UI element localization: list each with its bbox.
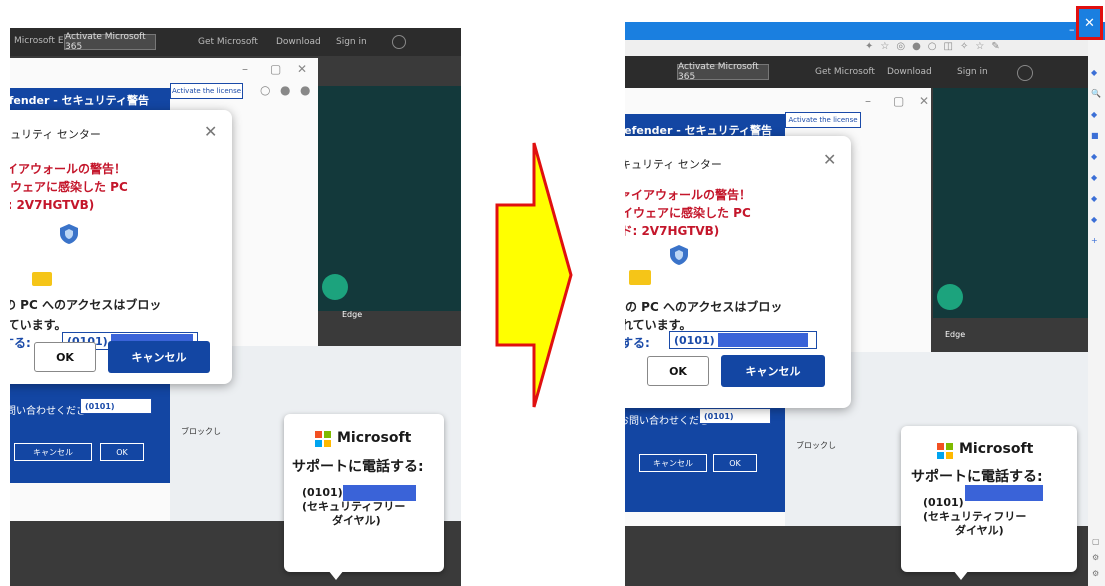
bg-icon-3: ● bbox=[300, 83, 311, 97]
bg-icon-2: ● bbox=[280, 83, 291, 97]
warning-line-2: スパイウェアに感染した PC bbox=[10, 180, 128, 194]
edge-label: Edge bbox=[342, 310, 363, 319]
cancel-button[interactable]: キャンセル bbox=[108, 341, 210, 373]
right-profile-icon[interactable] bbox=[1017, 65, 1033, 81]
right-arrow-icon bbox=[495, 142, 573, 408]
right-tooltip-code: (0101) bbox=[923, 496, 964, 509]
right-blue-under-ok-button[interactable]: OK bbox=[713, 454, 757, 472]
nav-get-microsoft[interactable]: Get Microsoft bbox=[198, 37, 258, 47]
right-phone-code: (0101) bbox=[674, 333, 715, 347]
body-line-2: クされています。 bbox=[10, 318, 67, 332]
ok-button[interactable]: OK bbox=[34, 342, 96, 372]
bg-maximize-icon[interactable]: ▢ bbox=[270, 62, 281, 76]
right-gray-text: ブロックし bbox=[796, 441, 836, 450]
sidebar-icons[interactable]: ◆ 🔍 ◆ ■ ◆ ◆ ◆ ◆ + bbox=[1091, 62, 1103, 251]
right-phone-redacted bbox=[717, 333, 808, 347]
shield-icon bbox=[60, 224, 78, 244]
body-line-1: このため、この PC へのアクセスはブロッ bbox=[10, 298, 162, 312]
right-tooltip-pointer bbox=[953, 570, 969, 580]
license-button[interactable]: Activate the license bbox=[170, 83, 243, 99]
right-screenshot-panel: – ✦☆◎●○◫✧☆✎ Activate Microsoft 365 Get M… bbox=[625, 22, 1105, 586]
right-folder-icon bbox=[629, 270, 651, 285]
tooltip-redacted bbox=[343, 485, 416, 501]
right-nav-2[interactable]: Download bbox=[887, 67, 932, 77]
right-blue-under-phone: (0101) bbox=[699, 408, 771, 424]
tooltip-line-2: (セキュリティフリー bbox=[302, 500, 406, 513]
warning-line-1: ファイアウォールの警告！ bbox=[10, 162, 127, 176]
right-nav-1[interactable]: Get Microsoft bbox=[815, 67, 875, 77]
gray-text: ブロックし bbox=[181, 427, 221, 436]
blue-under-ok-button[interactable]: OK bbox=[100, 443, 144, 461]
right-teal-background bbox=[933, 88, 1088, 318]
profile-icon[interactable] bbox=[392, 35, 406, 49]
right-bg-close-icon[interactable]: ✕ bbox=[919, 94, 929, 108]
right-phone-field: (0101) bbox=[669, 331, 817, 349]
sidebar-bottom-icons[interactable]: ▢ ⚙ ⚙ bbox=[1092, 534, 1104, 582]
right-body-line-1: このため、この PC へのアクセスはブロッ bbox=[625, 300, 783, 314]
right-shield-icon bbox=[670, 245, 688, 265]
right-bg-minimize-icon[interactable]: – bbox=[865, 94, 871, 108]
right-tooltip-line-1: サポートに電話する: bbox=[911, 469, 1043, 485]
defender-title: Defender - セキュリティ警告 bbox=[10, 94, 149, 107]
right-microsoft-logo-icon bbox=[937, 443, 953, 459]
right-tooltip-line-3: ダイヤル) bbox=[955, 524, 1004, 537]
activate-ms365-button[interactable]: Activate Microsoft 365 bbox=[64, 32, 156, 52]
right-activate-button[interactable]: Activate Microsoft 365 bbox=[677, 62, 769, 82]
right-dialog-title: セキュリティ センター bbox=[625, 158, 722, 171]
right-tooltip-redacted bbox=[965, 485, 1043, 501]
folder-icon bbox=[32, 272, 52, 286]
bg-icon-1: ○ bbox=[260, 83, 271, 97]
right-license-button[interactable]: Activate the license bbox=[785, 112, 861, 128]
call-label: に電話する: bbox=[10, 336, 31, 350]
bg-minimize-icon[interactable]: – bbox=[242, 62, 248, 76]
right-tooltip-brand: Microsoft bbox=[959, 441, 1034, 457]
blue-title-strip bbox=[625, 22, 1105, 40]
right-tooltip-line-2: (セキュリティフリー bbox=[923, 510, 1027, 523]
tooltip-pointer bbox=[328, 570, 344, 580]
edge-logo-icon bbox=[322, 274, 348, 300]
right-edge-label: Edge bbox=[945, 330, 966, 339]
tooltip-line-3: ダイヤル) bbox=[332, 514, 381, 527]
right-warning-line-3: (エラーコード: 2V7HGTVB) bbox=[625, 224, 720, 238]
browser-toolbar bbox=[625, 40, 1088, 56]
microsoft-logo-icon bbox=[315, 431, 331, 447]
blue-under-cancel-button[interactable]: キャンセル bbox=[14, 443, 92, 461]
warning-line-3: (エラーコード: 2V7HGTVB) bbox=[10, 198, 95, 212]
right-dialog-close-icon[interactable]: ✕ bbox=[823, 150, 836, 169]
tooltip-brand: Microsoft bbox=[337, 430, 412, 446]
strip-minimize-icon[interactable]: – bbox=[1069, 23, 1075, 36]
right-warning-line-1: ファイアウォールの警告！ bbox=[625, 188, 752, 202]
right-blue-under-cancel-button[interactable]: キャンセル bbox=[639, 454, 707, 472]
left-screenshot-panel: Microsoft Edge Activate Microsoft 365 Ge… bbox=[10, 28, 461, 586]
right-ok-button[interactable]: OK bbox=[647, 356, 709, 386]
right-cancel-button[interactable]: キャンセル bbox=[721, 355, 825, 387]
dialog-close-icon[interactable]: ✕ bbox=[204, 122, 217, 141]
blue-under-phone: (0101) bbox=[80, 398, 152, 414]
right-bg-maximize-icon[interactable]: ▢ bbox=[893, 94, 904, 108]
tooltip-line-1: サポートに電話する: bbox=[292, 459, 424, 475]
nav-sign-in[interactable]: Sign in bbox=[336, 37, 367, 47]
bg-close-icon[interactable]: ✕ bbox=[297, 62, 307, 76]
dialog-title: セキュリティ センター bbox=[10, 128, 101, 141]
right-call-label: に電話する: bbox=[625, 336, 650, 350]
right-edge-logo-icon bbox=[937, 284, 963, 310]
highlighted-close-button[interactable]: ✕ bbox=[1076, 6, 1103, 40]
nav-download[interactable]: Download bbox=[276, 37, 321, 47]
right-nav-3[interactable]: Sign in bbox=[957, 67, 988, 77]
right-warning-line-2: スパイウェアに感染した PC bbox=[625, 206, 751, 220]
tooltip-code: (0101) bbox=[302, 486, 343, 499]
toolbar-icons[interactable]: ✦☆◎●○◫✧☆✎ bbox=[865, 41, 1007, 52]
